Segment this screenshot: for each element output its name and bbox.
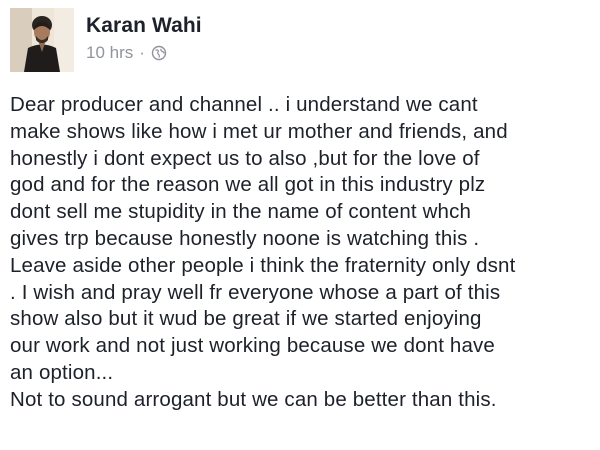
- post-text-line: dont sell me stupidity in the name of co…: [10, 200, 472, 224]
- post-header: Karan Wahi 10 hrs ·: [10, 8, 202, 72]
- post-subline: 10 hrs ·: [86, 42, 202, 64]
- avatar-photo: [10, 8, 74, 72]
- post-text-line: make shows like how i met ur mother and …: [10, 119, 508, 143]
- post-text-line: our work and not just working because we…: [10, 334, 495, 358]
- post-text-line: Dear producer and channel .. i understan…: [10, 93, 478, 116]
- separator-dot: ·: [139, 43, 145, 62]
- author-avatar[interactable]: [10, 8, 74, 72]
- post-text-line: honestly i dont expect us to also ,but f…: [10, 146, 480, 170]
- post-text-line: an option...: [10, 360, 114, 384]
- author-name[interactable]: Karan Wahi: [86, 14, 202, 38]
- post-text-line: god and for the reason we all got in thi…: [10, 173, 486, 197]
- facebook-post: Karan Wahi 10 hrs · Dear producer and ch…: [0, 0, 600, 450]
- post-timestamp[interactable]: 10 hrs: [86, 42, 133, 64]
- post-meta: Karan Wahi 10 hrs ·: [86, 8, 202, 64]
- post-text-line: Leave aside other people i think the fra…: [10, 253, 516, 277]
- post-text-line: show also but it wud be great if we star…: [10, 307, 482, 331]
- post-text-line: Not to sound arrogant but we can be bett…: [10, 387, 497, 411]
- post-text-line: gives trp because honestly noone is watc…: [10, 226, 480, 250]
- globe-icon[interactable]: [151, 45, 167, 61]
- post-body: Dear producer and channel .. i understan…: [10, 92, 596, 414]
- post-text-line: . I wish and pray well fr everyone whose…: [10, 280, 501, 304]
